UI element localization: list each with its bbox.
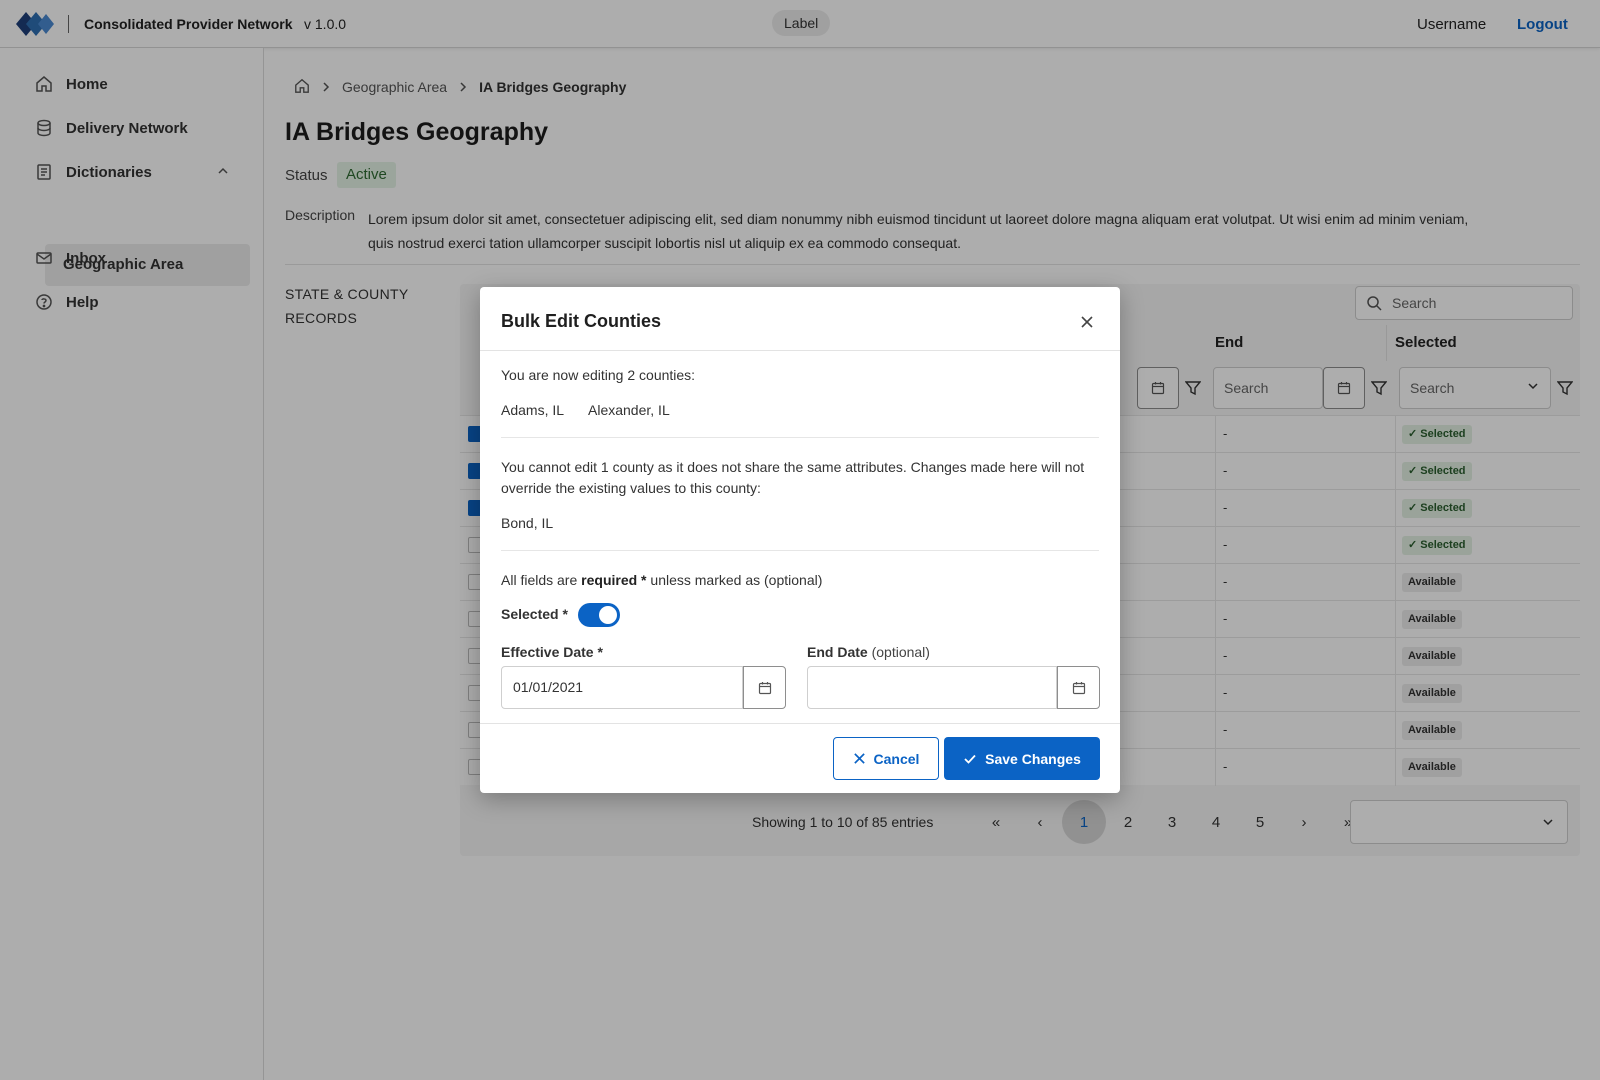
end-date-label: End Date (optional) bbox=[807, 644, 930, 660]
selected-toggle[interactable] bbox=[578, 603, 620, 627]
required-suffix: unless marked as (optional) bbox=[646, 572, 823, 588]
county-item: Adams, IL bbox=[501, 402, 565, 418]
end-date-label-text: End Date bbox=[807, 644, 868, 660]
check-icon bbox=[964, 754, 976, 764]
modal-header-divider bbox=[480, 350, 1120, 351]
end-date-input[interactable] bbox=[807, 666, 1057, 709]
effective-date-label: Effective Date * bbox=[501, 644, 603, 660]
cancel-button[interactable]: Cancel bbox=[833, 737, 939, 780]
modal-section-divider bbox=[501, 437, 1099, 438]
required-bold: required * bbox=[581, 572, 647, 588]
required-fields-note: All fields are required * unless marked … bbox=[501, 570, 822, 591]
save-changes-button[interactable]: Save Changes bbox=[944, 737, 1100, 780]
excluded-county: Bond, IL bbox=[501, 515, 554, 531]
optional-tag: (optional) bbox=[871, 644, 930, 660]
close-icon bbox=[853, 753, 865, 764]
required-prefix: All fields are bbox=[501, 572, 582, 588]
warning-text: You cannot edit 1 county as it does not … bbox=[501, 459, 1085, 496]
modal-footer-divider bbox=[480, 723, 1120, 724]
effective-date-input[interactable]: 01/01/2021 bbox=[501, 666, 743, 709]
editing-count-text: You are now editing 2 counties: bbox=[501, 367, 696, 383]
cancel-label: Cancel bbox=[873, 750, 920, 767]
modal-section-divider bbox=[501, 550, 1099, 551]
modal-title: Bulk Edit Counties bbox=[501, 311, 662, 331]
save-label: Save Changes bbox=[985, 750, 1081, 767]
toggle-knob bbox=[599, 606, 617, 624]
calendar-icon[interactable] bbox=[1057, 666, 1100, 709]
close-icon[interactable] bbox=[1074, 309, 1100, 335]
county-item: Alexander, IL bbox=[588, 402, 670, 418]
selected-toggle-label: Selected * bbox=[501, 606, 568, 622]
calendar-icon[interactable] bbox=[743, 666, 786, 709]
bulk-edit-modal: Bulk Edit Counties You are now editing 2… bbox=[480, 287, 1120, 793]
